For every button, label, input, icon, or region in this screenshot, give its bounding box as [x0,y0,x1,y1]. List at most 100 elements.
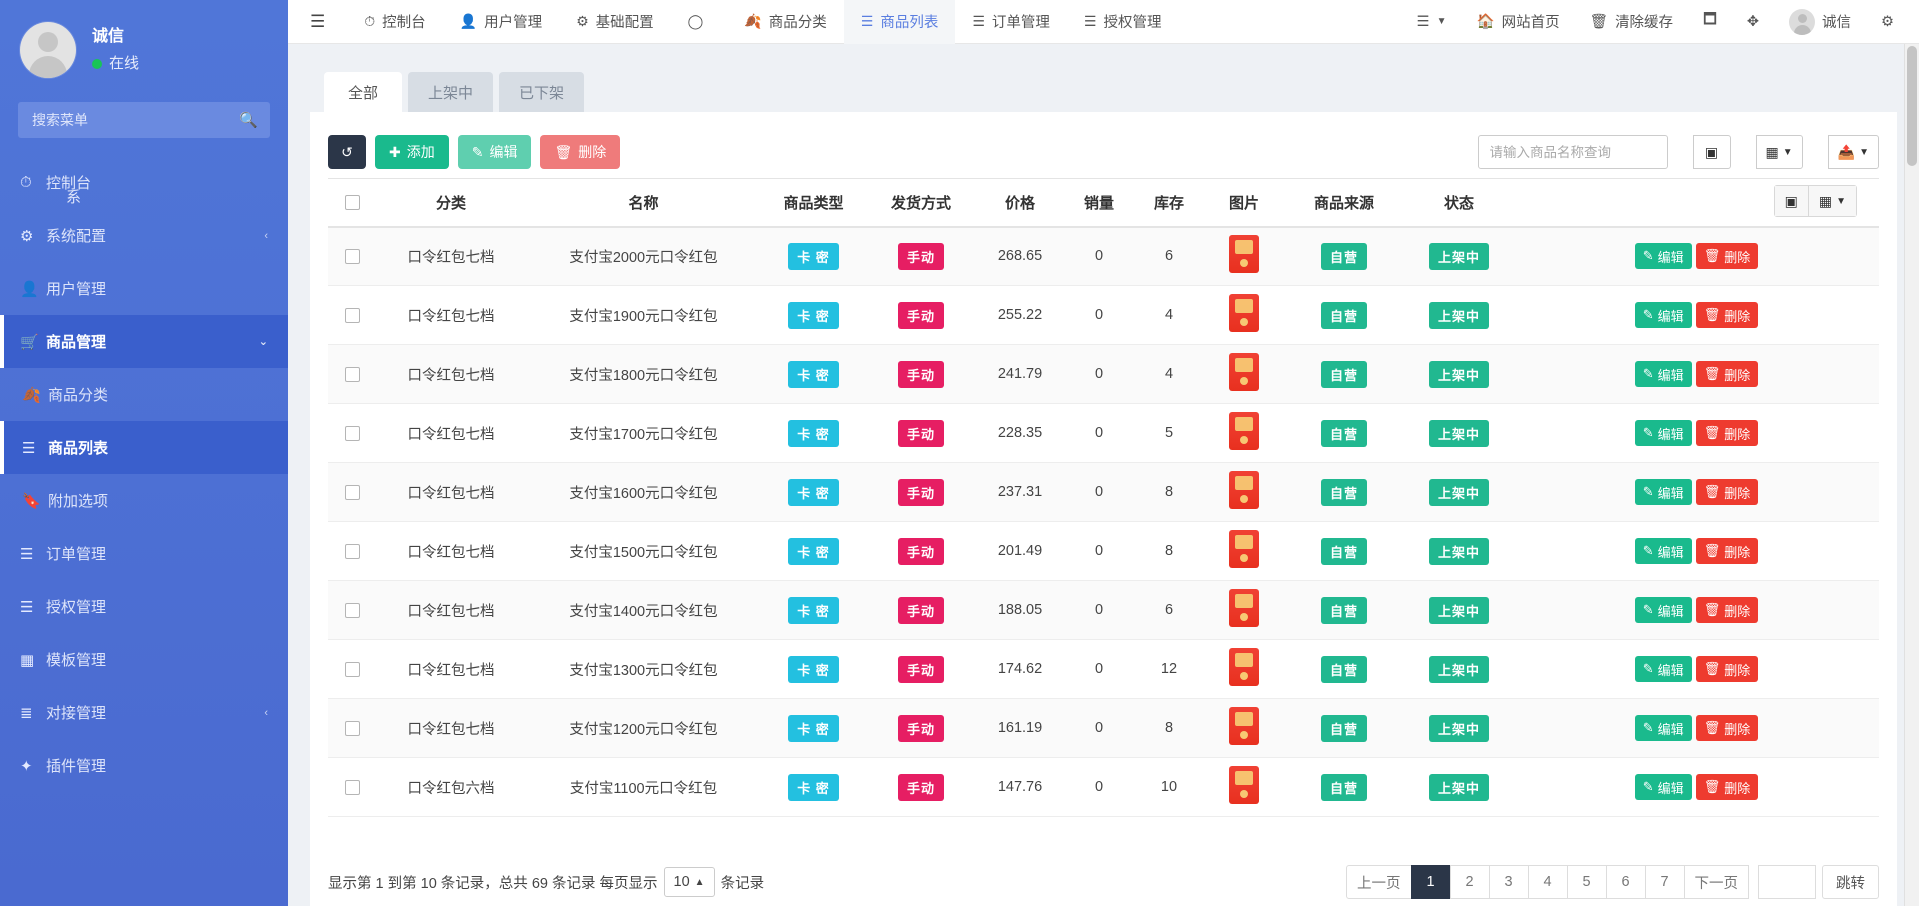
next-page-button[interactable]: 下一页 [1683,865,1749,899]
row-delete-button[interactable]: 🗑 删除 [1695,774,1759,800]
row-checkbox[interactable] [344,307,360,323]
tab-auth-management[interactable]: ☰ 授权管理 [1067,0,1179,44]
jump-page-input[interactable] [1758,865,1816,899]
row-edit-button[interactable]: ✎ 编辑 [1634,656,1692,682]
sidebar-item-system-config[interactable]: ⚙ 系统配置 ‹ [0,209,288,262]
row-checkbox[interactable] [344,602,360,618]
row-checkbox[interactable] [344,661,360,677]
redpacket-thumb-icon[interactable] [1229,412,1259,450]
table-row[interactable]: 口令红包七档 支付宝1600元口令红包卡 密手动 237.31 0 8 自营 上架中 ✎ 编辑 🗑… [328,462,1879,522]
row-edit-button[interactable]: ✎ 编辑 [1634,479,1692,505]
tab-off-shelf[interactable]: 已下架 [499,72,585,112]
select-all-checkbox[interactable] [344,195,360,211]
edit-button[interactable]: ✎ 编辑 [457,135,532,169]
table-row[interactable]: 口令红包七档 支付宝1400元口令红包卡 密手动 188.05 0 6 自营 上架中 ✎ 编辑 🗑… [328,580,1879,640]
tab-order-management[interactable]: ☰ 订单管理 [955,0,1067,44]
sidebar-user-panel[interactable]: 诚信 在线 [0,0,288,94]
prev-page-button[interactable]: 上一页 [1346,865,1412,899]
row-delete-button[interactable]: 🗑 删除 [1695,656,1759,682]
tab-circle[interactable]: ◯ [671,0,728,44]
row-delete-button[interactable]: 🗑 删除 [1695,597,1759,623]
table-row[interactable]: 口令红包七档 支付宝2000元口令红包卡 密手动 268.65 0 6 自营 上架中 ✎ 编辑 🗑… [328,226,1879,286]
window-restore-button[interactable]: 🗖 [1688,0,1732,44]
table-row[interactable]: 口令红包七档 支付宝1200元口令红包卡 密手动 161.19 0 8 自营 上架中 ✎ 编辑 🗑… [328,698,1879,758]
tab-all[interactable]: 全部 [324,72,402,112]
redpacket-thumb-icon[interactable] [1229,589,1259,627]
search-icon[interactable]: 🔍 [239,111,258,129]
row-edit-button[interactable]: ✎ 编辑 [1634,302,1692,328]
row-delete-button[interactable]: 🗑 删除 [1695,302,1759,328]
row-edit-button[interactable]: ✎ 编辑 [1634,774,1692,800]
table-row[interactable]: 口令红包七档 支付宝1800元口令红包卡 密手动 241.79 0 4 自营 上架中 ✎ 编辑 🗑… [328,344,1879,404]
tab-on-shelf[interactable]: 上架中 [408,72,494,112]
table-row[interactable]: 口令红包七档 支付宝1500元口令红包卡 密手动 201.49 0 8 自营 上架中 ✎ 编辑 🗑… [328,521,1879,581]
sidebar-item-plugin-management[interactable]: ✦ 插件管理 [0,739,288,792]
row-checkbox[interactable] [344,543,360,559]
col-name[interactable]: 名称 [526,178,761,228]
row-delete-button[interactable]: 🗑 删除 [1695,538,1759,564]
redpacket-thumb-icon[interactable] [1229,766,1259,804]
clear-cache-button[interactable]: 🗑 清除缓存 [1575,0,1688,44]
list-view-icon[interactable]: ▣ [1692,135,1731,169]
row-checkbox[interactable] [344,720,360,736]
row-edit-button[interactable]: ✎ 编辑 [1634,538,1692,564]
vertical-scrollbar[interactable] [1904,44,1919,906]
website-home-button[interactable]: 🏠 网站首页 [1462,0,1575,44]
page-button-4[interactable]: 4 [1527,865,1568,899]
row-delete-button[interactable]: 🗑 删除 [1695,243,1759,270]
tab-product-category[interactable]: 🍂 商品分类 [727,0,843,44]
product-search-input[interactable] [1477,135,1668,169]
row-checkbox[interactable] [344,425,360,441]
sidebar-search[interactable]: 🔍 [18,102,270,138]
row-delete-button[interactable]: 🗑 删除 [1695,361,1759,387]
row-delete-button[interactable]: 🗑 删除 [1695,479,1759,505]
page-size-select[interactable]: 10 ▲ [663,867,715,897]
row-edit-button[interactable]: ✎ 编辑 [1634,361,1692,387]
table-row[interactable]: 口令红包六档 支付宝1100元口令红包卡 密 手动 147.76 0 10 自营 上架中 ✎ 编辑… [328,757,1879,817]
page-button-2[interactable]: 2 [1449,865,1490,899]
col-shipping[interactable]: 发货方式 [866,178,976,228]
row-edit-button[interactable]: ✎ 编辑 [1634,420,1692,446]
sidebar-item-order-management[interactable]: ☰ 订单管理 [0,527,288,580]
sidebar-item-dashboard[interactable]: ⏱ 控制台 系 [0,156,288,209]
row-checkbox[interactable] [344,484,360,500]
col-source[interactable]: 商品来源 [1284,178,1404,228]
account-menu[interactable]: 诚信 [1774,0,1866,44]
page-button-6[interactable]: 6 [1605,865,1646,899]
sidebar-item-extra-options[interactable]: 🔖 附加选项 [0,474,288,527]
col-status[interactable]: 状态 [1404,178,1514,228]
page-button-7[interactable]: 7 [1644,865,1685,899]
hamburger-icon[interactable]: ☰ [288,12,347,32]
row-checkbox[interactable] [344,779,360,795]
sidebar-item-user-management[interactable]: 👤 用户管理 [0,262,288,315]
col-type[interactable]: 商品类型 [761,178,866,228]
redpacket-thumb-icon[interactable] [1229,471,1259,509]
row-delete-button[interactable]: 🗑 删除 [1695,715,1759,741]
redpacket-thumb-icon[interactable] [1229,530,1259,568]
redpacket-thumb-icon[interactable] [1229,353,1259,391]
stack-dropdown-button[interactable]: ☰ ▼ [1402,0,1462,44]
sidebar-item-product-management[interactable]: 🛒 商品管理 ⌄ [0,315,288,368]
sidebar-item-product-category[interactable]: 🍂 商品分类 [0,368,288,421]
row-delete-button[interactable]: 🗑 删除 [1695,420,1759,446]
grid-columns-icon[interactable]: ▦ ▼ [1808,186,1856,216]
tab-user-management[interactable]: 👤 用户管理 [443,0,559,44]
page-button-3[interactable]: 3 [1488,865,1529,899]
col-stock[interactable]: 库存 [1134,178,1204,228]
sidebar-item-template-management[interactable]: ▦ 模板管理 [0,633,288,686]
table-row[interactable]: 口令红包七档 支付宝1700元口令红包卡 密手动 228.35 0 5 自营 上架中 ✎ 编辑 🗑… [328,403,1879,463]
list-view-icon[interactable]: ▣ [1774,186,1809,216]
grid-columns-icon[interactable]: ▦ ▼ [1755,135,1803,169]
search-menu-input[interactable] [30,111,234,129]
row-checkbox[interactable] [344,248,360,264]
col-sales[interactable]: 销量 [1064,178,1134,228]
col-image[interactable]: 图片 [1204,178,1284,228]
redpacket-thumb-icon[interactable] [1229,648,1259,686]
refresh-button[interactable]: ↺ [328,135,366,169]
jump-button[interactable]: 跳转 [1822,865,1879,899]
row-edit-button[interactable]: ✎ 编辑 [1634,715,1692,741]
sidebar-item-product-list[interactable]: ☰ 商品列表 [0,421,288,474]
tab-product-list[interactable]: ☰ 商品列表 [843,0,956,44]
redpacket-thumb-icon[interactable] [1229,235,1259,274]
redpacket-thumb-icon[interactable] [1229,294,1259,332]
